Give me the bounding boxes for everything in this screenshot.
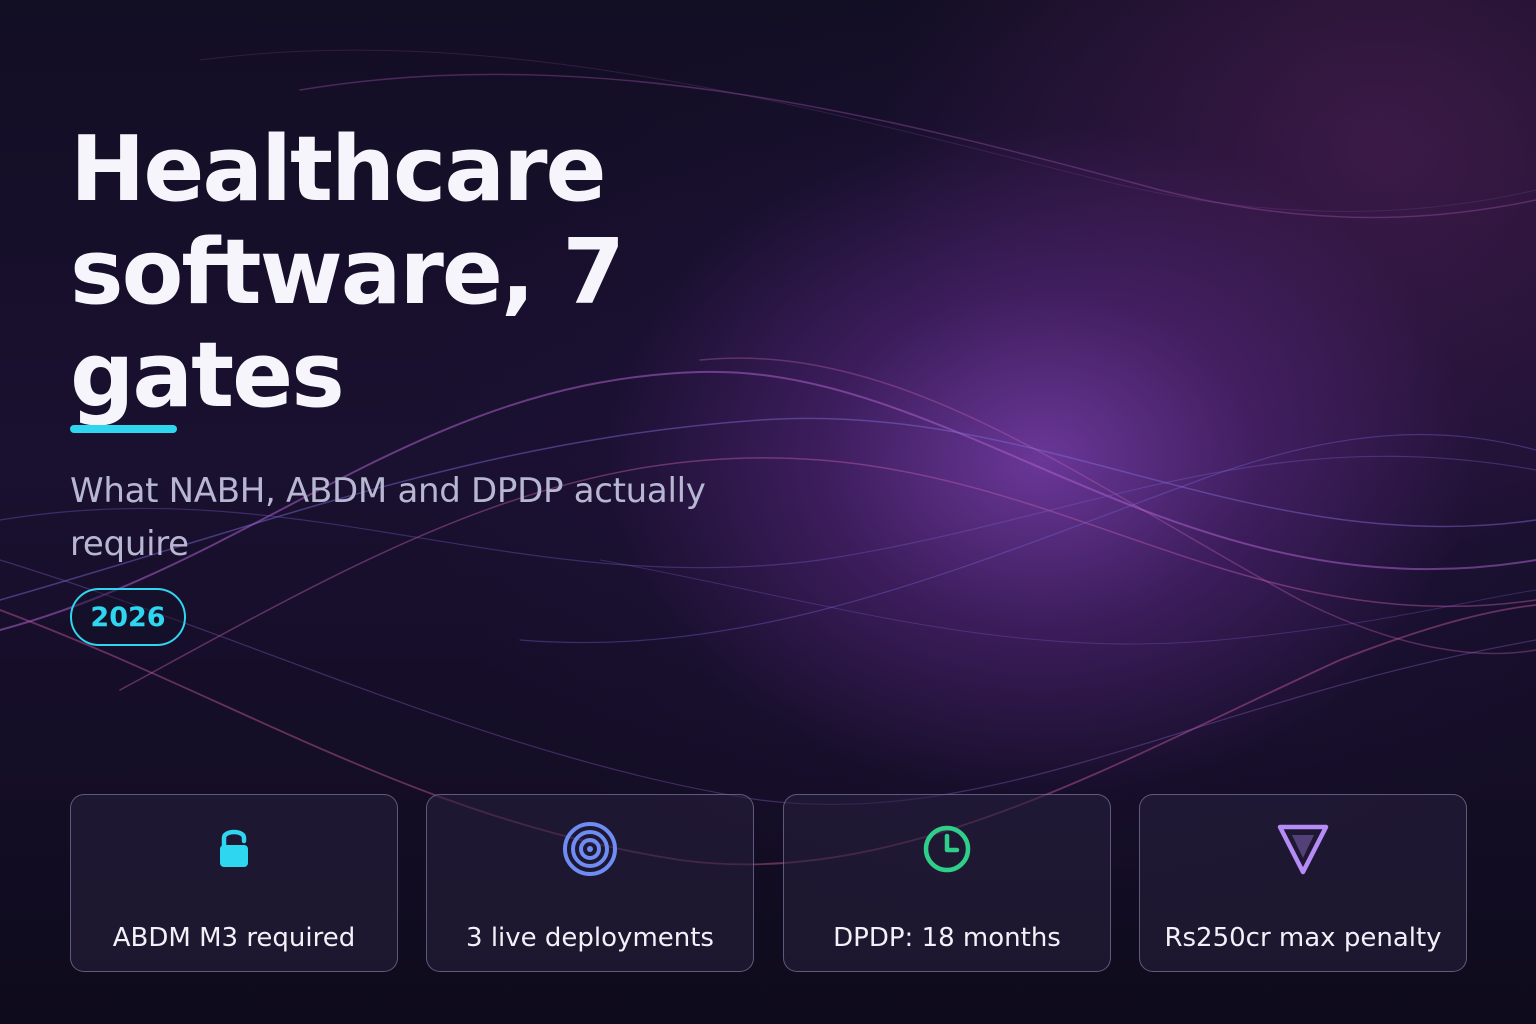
shield-icon xyxy=(1271,817,1335,881)
stat-card-label: Rs250cr max penalty xyxy=(1164,923,1442,953)
stat-card-penalty: Rs250cr max penalty xyxy=(1139,794,1467,972)
subtitle: What NABH, ABDM and DPDP actually requir… xyxy=(70,471,706,564)
stat-card-deployments: 3 live deployments xyxy=(426,794,754,972)
target-icon xyxy=(558,817,622,881)
lock-icon xyxy=(202,817,266,881)
hero-canvas: Healthcare software, 7 gates What NABH, … xyxy=(0,0,1536,1024)
hero-block: Healthcare software, 7 gates What NABH, … xyxy=(70,118,830,646)
stat-card-dpdp: DPDP: 18 months xyxy=(783,794,1111,972)
headline-underline-accent xyxy=(70,425,177,433)
stat-card-label: ABDM M3 required xyxy=(112,923,356,953)
headline-line-2: software, 7 xyxy=(70,220,625,325)
stat-cards: ABDM M3 required 3 live deployments DPDP… xyxy=(70,794,1467,972)
stat-card-abdm: ABDM M3 required xyxy=(70,794,398,972)
year-badge: 2026 xyxy=(70,588,186,646)
clock-icon xyxy=(915,817,979,881)
stat-card-label: 3 live deployments xyxy=(466,923,714,953)
headline-line-1: Healthcare xyxy=(70,117,607,222)
headline: Healthcare software, 7 gates xyxy=(70,118,830,427)
stat-card-label: DPDP: 18 months xyxy=(833,923,1061,953)
headline-line-3: gates xyxy=(70,323,345,428)
